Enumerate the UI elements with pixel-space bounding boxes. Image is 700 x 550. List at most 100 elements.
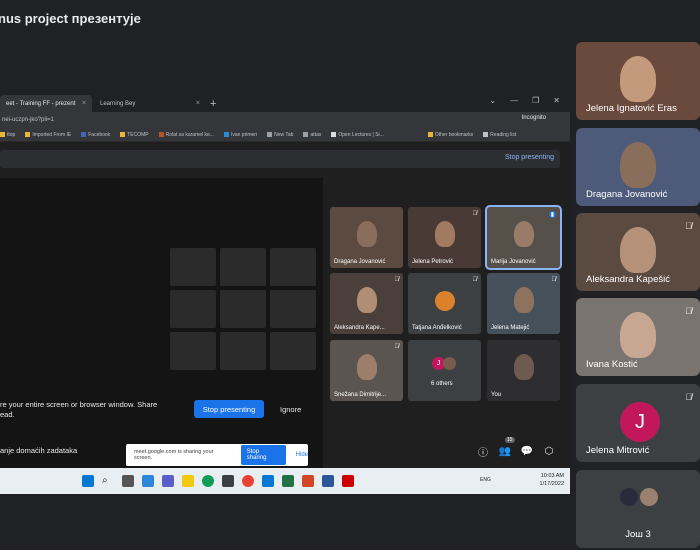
chevron-down-icon[interactable]: ⌄ — [489, 96, 496, 105]
minimize-icon[interactable]: — — [510, 96, 518, 105]
bookmark-item[interactable]: Rolat sa karamel ke... — [158, 132, 214, 138]
info-icon[interactable]: ⓘ — [476, 444, 490, 459]
browser-tab-active[interactable]: eet - Training FF - prezent × — [0, 95, 92, 112]
participant-tile[interactable]: Dragana Jovanović — [576, 128, 700, 206]
participant-tile[interactable]: 🎙̸ Snežana Dimitrije... — [330, 340, 403, 401]
participant-tile[interactable]: ▮ Marija Jovanović — [485, 205, 562, 270]
share-prompt-text: re your entire screen or browser window.… — [0, 400, 158, 419]
window-controls: ⌄ — ❐ ✕ — [489, 96, 560, 105]
bookmark-item[interactable]: TECOMP — [120, 131, 149, 138]
bookmark-item[interactable]: Reading list — [483, 132, 516, 138]
clock-time: 10:03 AM — [540, 473, 564, 479]
participant-name: Dragana Jovanović — [334, 259, 386, 265]
participant-name: Jelena Mitrović — [586, 445, 650, 456]
chat-app-icon[interactable] — [162, 475, 174, 487]
video-tile — [220, 332, 266, 370]
widgets-icon[interactable] — [142, 475, 154, 487]
mic-off-icon: 🎙̸ — [394, 344, 400, 350]
incognito-label: Incognito — [521, 115, 546, 121]
facebook-icon — [81, 131, 87, 137]
bookmark-item[interactable]: Ivan primeri — [223, 132, 257, 138]
powerpoint-icon[interactable] — [302, 475, 314, 487]
participant-tile[interactable]: Dragana Jovanović — [330, 207, 403, 268]
participant-name: Aleksandra Kapešić — [586, 274, 670, 285]
participant-name: Tatjana Anđelković — [412, 325, 462, 331]
restore-icon[interactable]: ❐ — [532, 96, 539, 105]
video-tile — [270, 248, 316, 286]
mic-off-icon: 🎙̸ — [685, 392, 692, 402]
avatar — [638, 486, 660, 508]
stop-presenting-button[interactable]: Stop presenting — [194, 400, 264, 418]
bookmark-item[interactable]: ttop — [0, 132, 15, 138]
participant-tile[interactable]: 🎙̸ Aleksandra Kapešić — [576, 213, 700, 291]
word-icon[interactable] — [322, 475, 334, 487]
shared-screen: eet - Training FF - prezent × Learning B… — [0, 92, 570, 494]
address-bar[interactable]: nei-uczpn-jko?pli=1 Incognito — [0, 112, 570, 128]
hide-button[interactable]: Hide — [296, 452, 308, 458]
participant-tile[interactable]: 🎙̸ Aleksandra Kape... — [330, 273, 403, 334]
mic-off-icon: 🎙̸ — [685, 221, 692, 231]
bookmark-item[interactable]: Imported From IE — [25, 132, 71, 138]
bookmark-item[interactable]: Open Lectures | Si... — [331, 132, 384, 138]
participant-tile[interactable]: 🎙̸ Jelena Matejić — [487, 273, 560, 334]
windows-start-icon[interactable] — [82, 475, 94, 487]
chat-icon[interactable]: 💬 — [520, 444, 534, 458]
mic-off-icon: 🎙̸ — [472, 211, 478, 217]
participant-tile[interactable]: 🎙̸ Jelena Petrović — [408, 207, 481, 268]
presenter-title: nus project презентује — [0, 10, 141, 26]
close-icon[interactable]: × — [196, 100, 200, 107]
acrobat-icon[interactable] — [342, 475, 354, 487]
participant-name: Aleksandra Kape... — [334, 325, 385, 331]
screen-sharing-toast: meet.google.com is sharing your screen. … — [126, 444, 308, 466]
video-tile — [170, 248, 216, 286]
address-text: nei-uczpn-jko?pli=1 — [2, 117, 54, 123]
participant-video — [513, 221, 534, 247]
participant-tile[interactable]: J 🎙̸ Jelena Mitrović — [576, 384, 700, 462]
people-icon[interactable]: 👥 — [498, 444, 512, 458]
bookmark-item[interactable]: Other bookmarks — [427, 131, 473, 138]
file-explorer-icon[interactable] — [182, 475, 194, 487]
participant-name: Jelena Petrović — [412, 259, 454, 265]
browser-tab[interactable]: Learning Bey × — [94, 95, 206, 112]
store-icon[interactable] — [222, 475, 234, 487]
folder-icon — [0, 131, 5, 137]
video-tile — [270, 332, 316, 370]
participant-name: Jelena Matejić — [491, 325, 530, 331]
stop-sharing-button[interactable]: Stop sharing — [240, 445, 286, 465]
participant-tile[interactable]: 🎙̸ Tatjana Anđelković — [408, 273, 481, 334]
stop-presenting-link[interactable]: Stop presenting — [505, 154, 554, 161]
participant-count-badge: 15 — [505, 437, 515, 443]
folder-icon — [120, 131, 126, 137]
participant-video — [434, 221, 455, 247]
participant-tile[interactable]: J 6 others — [408, 340, 481, 401]
participant-video — [356, 221, 377, 247]
excel-icon[interactable] — [282, 475, 294, 487]
task-view-icon[interactable] — [122, 475, 134, 487]
edge-icon[interactable] — [202, 475, 214, 487]
participant-video — [356, 354, 377, 380]
participant-tile[interactable]: 🎙̸ Ivana Kostić — [576, 298, 700, 376]
participant-name: Ivana Kostić — [586, 359, 638, 370]
mail-icon[interactable] — [262, 475, 274, 487]
meeting-name: anje domaćih zadataka — [0, 446, 78, 455]
bookmark-item[interactable]: Facebook — [81, 132, 110, 138]
more-participants-tile[interactable]: Још 3 — [576, 470, 700, 548]
more-participants-label: Још 3 — [625, 529, 651, 540]
speaking-icon: ▮ — [548, 211, 556, 218]
participant-tile[interactable]: Jelena Ignatović Eras — [576, 42, 700, 120]
participant-name: Snežana Dimitrije... — [334, 392, 387, 398]
video-tile — [170, 332, 216, 370]
language-indicator[interactable]: ENG — [480, 477, 491, 483]
bookmark-item[interactable]: New Tab — [267, 132, 293, 138]
chrome-icon[interactable] — [242, 475, 254, 487]
participant-tile[interactable]: You — [487, 340, 560, 401]
close-icon[interactable]: ✕ — [553, 96, 560, 105]
close-icon[interactable]: × — [82, 100, 86, 107]
new-tab-icon[interactable]: + — [210, 98, 216, 112]
folder-icon — [427, 131, 433, 137]
taskbar-clock[interactable]: 10:03 AM 1/17/2022 — [540, 472, 564, 488]
ignore-button[interactable]: Ignore — [280, 405, 301, 414]
bookmark-item[interactable]: attas — [303, 132, 321, 138]
activities-icon[interactable]: ⬡ — [542, 444, 556, 458]
search-icon[interactable]: ⌕ — [102, 475, 114, 487]
